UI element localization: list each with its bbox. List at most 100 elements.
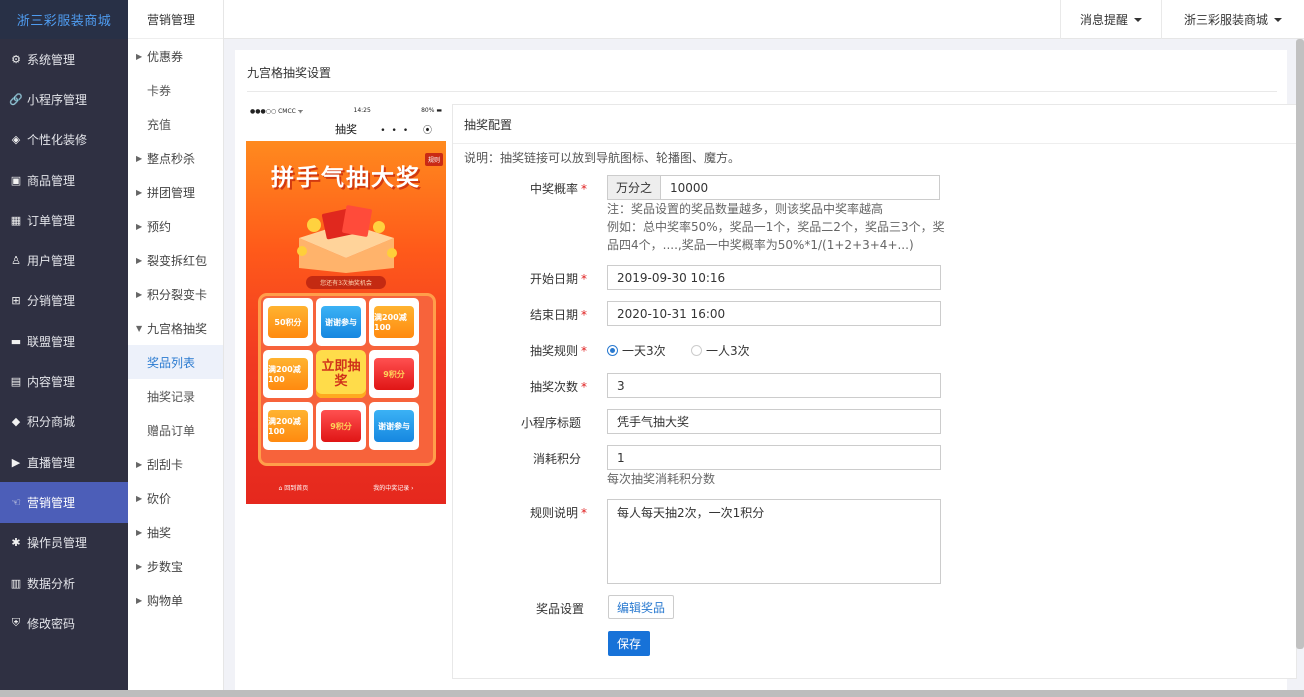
draw-now-button[interactable]: 立即抽奖 [316,350,366,398]
radio-dot-icon [607,345,618,356]
required-mark: * [581,308,587,322]
caret-right-icon: ▶ [136,527,143,537]
prize-cell: 谢谢参与 [316,298,366,346]
submenu-item-label: 积分裂变卡 [147,287,208,302]
submenu-item[interactable]: ▶ 刮刮卡 [128,447,223,481]
rule-description-textarea[interactable]: 每人每天抽2次，一次1积分 [607,499,941,584]
lottery-banner: 规则 拼手气抽大奖 您还有3次抽奖机会 50积分 谢谢参与 满200减100 满… [246,141,446,504]
start-date-label: 开始日期 * [455,270,587,287]
save-button[interactable]: 保存 [608,631,650,656]
sidebar-item-label: 分销管理 [27,294,76,309]
submenu-item-label: 赠品订单 [147,423,196,438]
submenu-item[interactable]: ▶ 抽奖 [128,515,223,549]
submenu-item[interactable]: ▶ 砍价 [128,481,223,515]
required-mark: * [581,506,587,520]
desc-label: 规则说明 * [455,504,587,521]
label-text: 开始日期 [529,272,578,286]
required-mark: * [581,344,587,358]
edit-prizes-button[interactable]: 编辑奖品 [608,595,674,619]
horizontal-scrollbar[interactable] [0,690,1304,697]
card-icon: ▬ [10,334,22,348]
vertical-scrollbar[interactable] [1296,39,1304,649]
notifications-dropdown[interactable]: 消息提醒 [1060,0,1161,39]
submenu-item-label: 整点秒杀 [147,151,196,166]
box-icon: ▣ [10,173,22,187]
submenu-item[interactable]: 奖品列表 [128,345,223,379]
submenu-item[interactable]: ▶ 积分裂变卡 [128,277,223,311]
sidebar-item-label: 内容管理 [27,375,76,390]
sidebar-item[interactable]: ◈ 个性化装修 [0,120,128,160]
submenu-item[interactable]: 赠品订单 [128,413,223,447]
sidebar-item[interactable]: ☜ 营销管理 [0,482,128,523]
prize-cell: 9积分 [369,350,419,398]
submenu-item[interactable]: 抽奖记录 [128,379,223,413]
caret-right-icon: ▶ [136,51,143,61]
page-title: 九宫格抽奖设置 [247,66,332,80]
probability-label: 中奖概率 * [455,180,587,197]
sidebar-item[interactable]: ▥ 数据分析 [0,563,128,603]
sidebar-item[interactable]: ▦ 订单管理 [0,200,128,240]
submenu-item[interactable]: ▶ 购物单 [128,583,223,617]
mp-title-input[interactable]: 凭手气抽大奖 [607,409,941,434]
end-date-input[interactable]: 2020-10-31 16:00 [607,301,941,326]
caret-down-icon: ▼ [136,323,143,333]
sidebar-item[interactable]: ▤ 内容管理 [0,361,128,401]
times-input[interactable]: 3 [607,373,941,398]
caret-right-icon: ▶ [136,289,143,299]
submenu-list: ▶ 优惠券 卡券 充值 ▶ 整点秒杀 ▶ 拼团管理 ▶ 预约 ▶ 裂变拆红包 ▶ 积分裂变卡 ▼ 九宫格抽奖奖… [128,39,223,617]
brand-logo[interactable]: 浙三彩服装商城 [0,0,128,39]
start-date-input[interactable]: 2019-09-30 10:16 [607,265,941,290]
sidebar-item[interactable]: ⛨ 修改密码 [0,603,128,643]
sidebar-item[interactable]: ◆ 积分商城 [0,402,128,442]
sidebar-item[interactable]: ▬ 联盟管理 [0,321,128,361]
carrier-text: ●●●○○ CMCC ᯤ [250,107,304,115]
radio-daily-3[interactable]: 一天3次 [607,342,666,359]
caret-right-icon: ▶ [136,493,143,503]
back-home-link[interactable]: ⌂ 回到首页 [278,483,308,492]
submenu-item[interactable]: ▶ 预约 [128,209,223,243]
store-label: 浙三彩服装商城 [1183,13,1268,27]
sidebar-item-label: 营销管理 [27,495,76,510]
remaining-chances: 您还有3次抽奖机会 [306,276,386,289]
sidebar-item[interactable]: ♙ 用户管理 [0,240,128,280]
sidebar-item[interactable]: ✱ 操作员管理 [0,523,128,563]
sidebar-item-label: 积分商城 [27,415,76,430]
label-text: 结束日期 [529,308,578,322]
sidebar-item[interactable]: ▣ 商品管理 [0,160,128,200]
points-input[interactable]: 1 [607,445,941,470]
required-mark: * [581,272,587,286]
submenu-item[interactable]: ▶ 步数宝 [128,549,223,583]
play-icon: ▶ [11,455,21,469]
submenu-item[interactable]: ▼ 九宫格抽奖 [128,311,223,345]
prize-cell: 满200减100 [263,350,313,398]
sidebar-item[interactable]: ⚙ 系统管理 [0,39,128,79]
submenu-item[interactable]: 充值 [128,107,223,141]
points-help: 每次抽奖消耗积分数 [607,472,716,486]
sidebar-item[interactable]: 🔗 小程序管理 [0,79,128,119]
my-records-link[interactable]: 我的中奖记录 › [373,483,413,492]
sidebar-item[interactable]: ⊞ 分销管理 [0,281,128,321]
radio-dot-icon [691,345,702,356]
sidebar-item-label: 个性化装修 [27,133,88,148]
submenu-item[interactable]: ▶ 整点秒杀 [128,141,223,175]
sidebar-item[interactable]: ▶ 直播管理 [0,442,128,482]
submenu-item-label: 优惠券 [147,49,184,64]
caret-right-icon: ▶ [136,459,143,469]
promo-footer: ⌂ 回到首页 我的中奖记录 › [246,483,446,492]
required-mark: * [581,380,587,394]
link-icon: 🔗 [9,92,23,106]
radio-per-person-3[interactable]: 一人3次 [691,342,750,359]
probability-input[interactable]: 10000 [660,175,940,200]
prize-cell: 满200减100 [263,402,313,450]
submenu-item[interactable]: ▶ 优惠券 [128,39,223,73]
battery-text: 80% ▬ [421,107,442,114]
submenu-item-label: 抽奖 [147,525,172,540]
caret-right-icon: ▶ [136,221,143,231]
prize-cell: 50积分 [263,298,313,346]
submenu-item[interactable]: ▶ 拼团管理 [128,175,223,209]
submenu-item[interactable]: ▶ 裂变拆红包 [128,243,223,277]
submenu-item[interactable]: 卡券 [128,73,223,107]
sidebar-item-label: 修改密码 [27,616,76,631]
submenu-item-label: 卡券 [147,83,172,98]
store-dropdown[interactable]: 浙三彩服装商城 [1161,0,1304,39]
